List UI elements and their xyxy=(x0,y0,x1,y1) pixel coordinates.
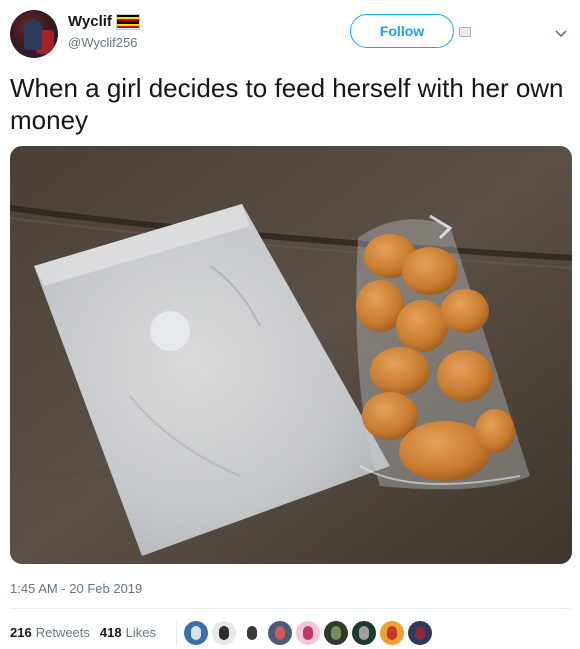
divider xyxy=(10,608,570,609)
tweet-card: Wyclif @Wyclif256 Follow When a girl dec… xyxy=(0,0,580,649)
media-icon xyxy=(459,27,471,37)
follow-button[interactable]: Follow xyxy=(350,14,454,48)
divider xyxy=(176,620,177,646)
retweets-count[interactable]: 216 xyxy=(10,625,32,640)
name-row: Wyclif xyxy=(68,13,140,30)
likes-label[interactable]: Likes xyxy=(126,625,156,640)
tweet-text: When a girl decides to feed herself with… xyxy=(10,73,564,135)
liker-avatar[interactable] xyxy=(268,621,292,645)
liker-avatars xyxy=(184,621,432,645)
tweet-stats: 216 Retweets 418 Likes xyxy=(10,625,156,640)
retweets-label[interactable]: Retweets xyxy=(36,625,90,640)
tweet-photo[interactable] xyxy=(10,146,572,564)
liker-avatar[interactable] xyxy=(324,621,348,645)
liker-avatar[interactable] xyxy=(212,621,236,645)
avatar[interactable] xyxy=(10,10,58,58)
uganda-flag-icon xyxy=(115,13,140,30)
liker-avatar[interactable] xyxy=(240,621,264,645)
tweet-timestamp[interactable]: 1:45 AM - 20 Feb 2019 xyxy=(10,581,142,596)
likes-count[interactable]: 418 xyxy=(100,625,122,640)
liker-avatar[interactable] xyxy=(296,621,320,645)
user-handle[interactable]: @Wyclif256 xyxy=(68,35,137,50)
display-name[interactable]: Wyclif xyxy=(68,13,112,30)
liker-avatar[interactable] xyxy=(352,621,376,645)
chevron-down-icon[interactable] xyxy=(554,26,568,40)
liker-avatar[interactable] xyxy=(408,621,432,645)
liker-avatar[interactable] xyxy=(380,621,404,645)
liker-avatar[interactable] xyxy=(184,621,208,645)
